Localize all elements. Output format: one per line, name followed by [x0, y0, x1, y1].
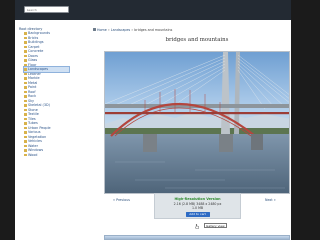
- download-box: High-Resolution Version 2.16 (2.8 MB) 34…: [154, 193, 241, 219]
- folder-icon: [24, 104, 27, 107]
- folder-icon: [24, 54, 27, 58]
- breadcrumb-separator: »: [107, 27, 110, 32]
- folder-icon: [24, 72, 27, 76]
- folder-icon: [24, 149, 27, 152]
- folder-icon: [24, 50, 27, 53]
- folder-icon: [24, 59, 27, 62]
- search-input[interactable]: [24, 6, 69, 13]
- bridge-photo-illustration: [105, 52, 289, 193]
- category-tree: Backgrounds Bricks Buildings Carpet Concrete…: [23, 31, 70, 158]
- gallery-view-link[interactable]: Gallery view: [204, 223, 227, 228]
- home-icon[interactable]: [93, 28, 96, 31]
- breadcrumb-separator: »: [131, 27, 134, 32]
- sidebar-item-wood[interactable]: Wood: [24, 153, 69, 158]
- folder-icon: [24, 41, 27, 44]
- folder-icon: [24, 95, 27, 98]
- page-frame: Root directory BackgroundsBricksBuilding…: [15, 0, 291, 240]
- folder-icon: [24, 117, 27, 121]
- download-size: 1.0 MB: [191, 206, 204, 210]
- folder-icon: [24, 68, 27, 71]
- sidebar-item-label: Wood: [28, 152, 38, 157]
- breadcrumb-section[interactable]: Landscapes: [111, 28, 130, 32]
- folder-icon: [24, 45, 27, 49]
- folder-icon: [24, 113, 27, 116]
- folder-icon: [24, 36, 27, 40]
- folder-icon: [24, 122, 27, 125]
- folder-icon: [24, 153, 27, 157]
- folder-icon: [24, 135, 27, 139]
- folder-icon: [24, 140, 27, 143]
- thumbnail-strip[interactable]: [104, 235, 290, 240]
- folder-icon: [24, 86, 27, 89]
- page-title: bridges and mountains: [165, 37, 229, 43]
- folder-icon: [24, 144, 27, 148]
- folder-icon: [24, 126, 27, 130]
- add-to-cart-button[interactable]: Add to cart: [185, 211, 210, 217]
- folder-icon: [24, 131, 27, 134]
- folder-icon: [24, 99, 27, 103]
- folder-icon: [24, 90, 27, 94]
- top-bar: [15, 0, 291, 20]
- folder-icon: [24, 81, 27, 85]
- breadcrumb: Home » Landscapes » bridges and mountain…: [93, 27, 172, 32]
- breadcrumb-current: bridges and mountains: [134, 27, 173, 32]
- breadcrumb-home[interactable]: Home: [97, 28, 107, 32]
- photo-preview[interactable]: [104, 51, 290, 194]
- folder-icon: [24, 77, 27, 80]
- previous-link[interactable]: « Previous: [113, 198, 130, 202]
- sidebar: Root directory Backgrounds Bricks Building…: [19, 27, 70, 158]
- next-link[interactable]: Next »: [265, 198, 276, 202]
- folder-icon: [24, 63, 27, 67]
- hand-cursor-icon: [195, 224, 199, 229]
- download-title: High-Resolution Version: [174, 197, 221, 201]
- folder-icon: [24, 108, 27, 112]
- folder-icon: [24, 32, 27, 35]
